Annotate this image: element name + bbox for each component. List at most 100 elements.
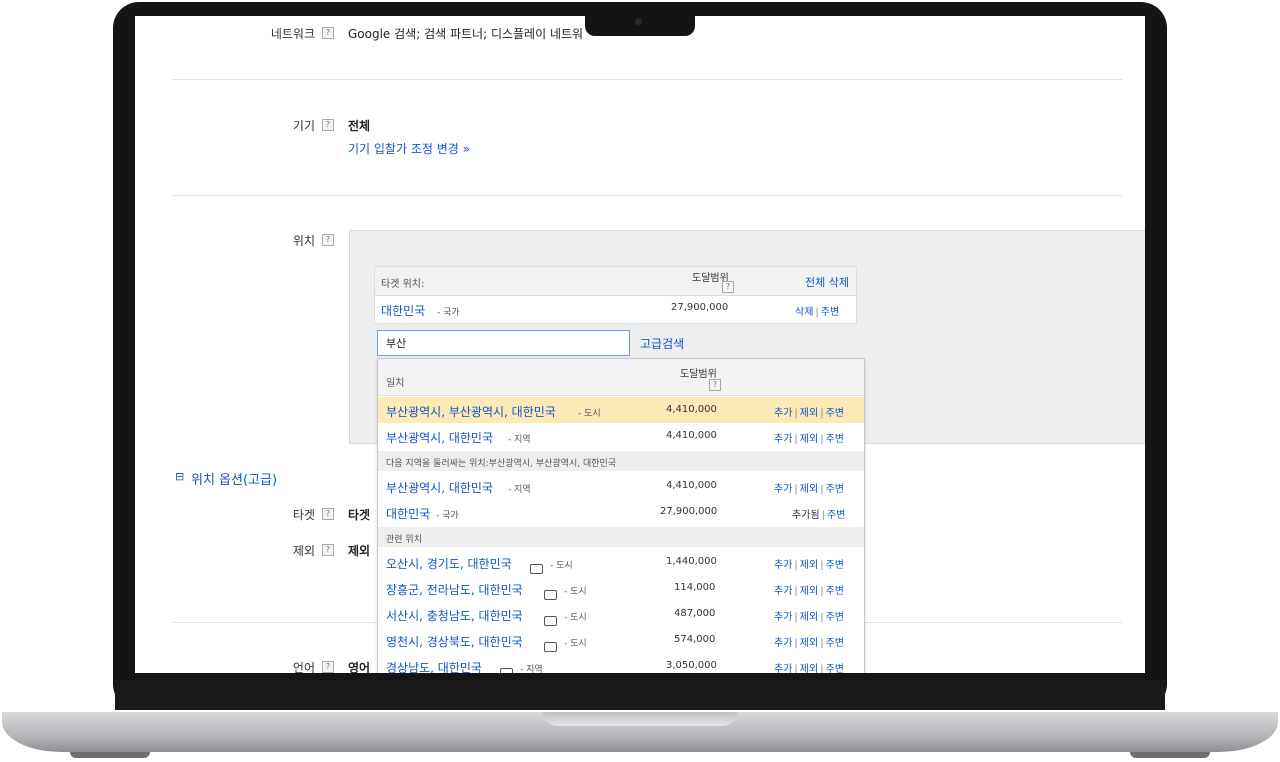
suggestion-row[interactable]: 장흥군, 전라남도, 대한민국 - 도시 114,000 추가 | 제외 | 주변 [378, 575, 864, 601]
dropdown-reach-header: 도달범위 [680, 369, 717, 380]
remove-all-link[interactable]: 전체 삭제 [805, 274, 849, 290]
suggestion-actions: 추가 | 제외 | 주변 [774, 664, 844, 673]
location-search-input[interactable]: 부산 [377, 330, 630, 356]
nearby-link[interactable]: 주변 [826, 586, 844, 597]
suggestion-type: - 도시 [578, 409, 601, 419]
suggestion-actions: 추가 | 제외 | 주변 [774, 638, 844, 649]
camera-icon [635, 18, 642, 25]
location-help-icon[interactable]: ? [322, 234, 334, 246]
suggestion-row[interactable]: 부산광역시, 부산광역시, 대한민국 - 도시 4,410,000 추가 | 제외 |… [378, 397, 864, 423]
network-value: Google 검색; 검색 파트너; 디스플레이 네트워 [348, 27, 584, 41]
target-location-header: 타겟 위치: [381, 279, 425, 290]
camera-notch [585, 12, 695, 36]
exclude-link[interactable]: 제외 [800, 612, 818, 623]
suggestion-row[interactable]: 영천시, 경상북도, 대한민국 - 도시 574,000 추가 | 제외 | 주변 [378, 627, 864, 653]
suggestion-row[interactable]: 부산광역시, 대한민국 - 지역 4,410,000 추가 | 제외 | 주변 [378, 423, 864, 449]
advanced-search-link[interactable]: 고급검색 [640, 335, 684, 352]
nearby-link[interactable]: 주변 [826, 638, 844, 649]
suggestion-actions: 추가 | 제외 | 주변 [774, 434, 844, 445]
suggestion-name[interactable]: 경상남도, 대한민국 [386, 659, 482, 673]
add-link[interactable]: 추가 [774, 664, 792, 673]
location-suggestions-dropdown: 일치 도달범위 ? 부산광역시, 부산광역시, 대한민국 - 도시 4,410,… [377, 358, 865, 673]
nearby-link[interactable]: 주변 [826, 612, 844, 623]
remove-link[interactable]: 삭제 [795, 307, 813, 318]
suggestion-name[interactable]: 부산광역시, 대한민국 [386, 479, 493, 496]
nearby-link[interactable]: 주변 [826, 484, 844, 495]
devices-label: 기기 [292, 119, 315, 133]
divider [172, 195, 1122, 196]
suggestion-actions: 추가 | 제외 | 주변 [774, 408, 844, 419]
exclude-help-icon[interactable]: ? [322, 544, 334, 556]
add-link[interactable]: 추가 [774, 408, 792, 419]
suggestion-actions: 추가 | 제외 | 주변 [774, 586, 844, 597]
collapse-icon[interactable]: ⊟ [175, 470, 184, 483]
exclude-link[interactable]: 제외 [800, 560, 818, 571]
location-options-link[interactable]: 위치 옵션(고급) [191, 469, 277, 488]
target-actions: 삭제 | 주변 [795, 307, 840, 318]
nearby-link[interactable]: 주변 [826, 434, 844, 445]
nearby-link[interactable]: 주변 [826, 408, 844, 419]
add-link[interactable]: 추가 [774, 638, 792, 649]
suggestion-type: - 도시 [564, 587, 587, 597]
exclude-link[interactable]: 제외 [800, 664, 818, 673]
target-location-reach: 27,900,000 [671, 302, 729, 313]
add-link[interactable]: 추가 [774, 560, 792, 571]
suggestion-row[interactable]: 대한민국 - 국가 27,900,000 추가됨 | 주변 [378, 499, 864, 525]
suggestion-reach: 1,440,000 [666, 556, 717, 567]
nearby-link[interactable]: 주변 [826, 664, 844, 673]
location-label: 위치 [292, 234, 315, 248]
match-header: 일치 [386, 378, 405, 389]
suggestion-name[interactable]: 부산광역시, 대한민국 [386, 429, 493, 446]
nearby-link[interactable]: 주변 [821, 307, 839, 318]
suggestion-name[interactable]: 장흥군, 전라남도, 대한민국 [386, 581, 523, 598]
suggestion-reach: 27,900,000 [660, 506, 718, 517]
exclude-link[interactable]: 제외 [800, 638, 818, 649]
suggestion-name[interactable]: 서산시, 충청남도, 대한민국 [386, 607, 523, 624]
device-bid-adjust-link[interactable]: 기기 입찰가 조정 변경 » [348, 140, 470, 157]
devices-help-icon[interactable]: ? [322, 119, 334, 131]
suggestion-actions: 추가 | 제외 | 주변 [774, 484, 844, 495]
reach-help-icon[interactable]: ? [722, 281, 734, 293]
nearby-link[interactable]: 주변 [827, 510, 845, 521]
network-help-icon[interactable]: ? [322, 27, 334, 39]
add-link[interactable]: 추가 [774, 484, 792, 495]
exclude-label: 제외 [292, 544, 315, 558]
exclude-link[interactable]: 제외 [800, 484, 818, 495]
target-location-type: - 국가 [437, 308, 460, 318]
suggestion-name[interactable]: 부산광역시, 부산광역시, 대한민국 [386, 403, 556, 420]
suggestion-reach: 4,410,000 [666, 404, 717, 415]
suggestion-name[interactable]: 영천시, 경상북도, 대한민국 [386, 633, 523, 650]
comment-icon [530, 563, 543, 574]
suggestion-type: - 지역 [520, 665, 543, 673]
target-locations-table: 타겟 위치: 도달범위 ? 전체 삭제 대한민국 - 국가 27,900,000… [374, 266, 857, 324]
network-label: 네트워크 [270, 27, 315, 41]
add-link[interactable]: 추가 [774, 434, 792, 445]
suggestion-name[interactable]: 대한민국 [386, 505, 430, 522]
laptop-base-notch [543, 712, 737, 726]
nearby-link[interactable]: 주변 [826, 560, 844, 571]
suggestion-name[interactable]: 오산시, 경기도, 대한민국 [386, 555, 512, 572]
dropdown-reach-help-icon[interactable]: ? [709, 379, 721, 391]
related-section-label: 관련 위치 [386, 535, 422, 545]
suggestion-row[interactable]: 경상남도, 대한민국 - 지역 3,050,000 추가 | 제외 | 주변 [378, 653, 864, 673]
target-help-icon[interactable]: ? [322, 508, 334, 520]
target-table-header: 타겟 위치: 도달범위 ? 전체 삭제 [375, 267, 856, 296]
section-header: 관련 위치 [378, 527, 864, 547]
suggestion-row[interactable]: 오산시, 경기도, 대한민국 - 도시 1,440,000 추가 | 제외 | 주변 [378, 549, 864, 575]
target-location-name[interactable]: 대한민국 [381, 302, 425, 319]
add-link[interactable]: 추가 [774, 612, 792, 623]
exclude-link[interactable]: 제외 [800, 408, 818, 419]
dropdown-header: 일치 도달범위 ? [378, 359, 864, 396]
language-help-icon[interactable]: ? [322, 661, 334, 673]
add-link[interactable]: 추가 [774, 586, 792, 597]
comment-icon [544, 589, 557, 600]
suggestion-actions: 추가 | 제외 | 주변 [774, 560, 844, 571]
suggestion-row[interactable]: 서산시, 충청남도, 대한민국 - 도시 487,000 추가 | 제외 | 주변 [378, 601, 864, 627]
suggestion-reach: 574,000 [674, 634, 716, 645]
exclude-link[interactable]: 제외 [800, 586, 818, 597]
suggestion-reach: 114,000 [674, 582, 716, 593]
suggestion-row[interactable]: 부산광역시, 대한민국 - 지역 4,410,000 추가 | 제외 | 주변 [378, 473, 864, 499]
exclude-link[interactable]: 제외 [800, 434, 818, 445]
devices-value: 전체 [348, 119, 371, 133]
comment-icon [544, 615, 557, 626]
